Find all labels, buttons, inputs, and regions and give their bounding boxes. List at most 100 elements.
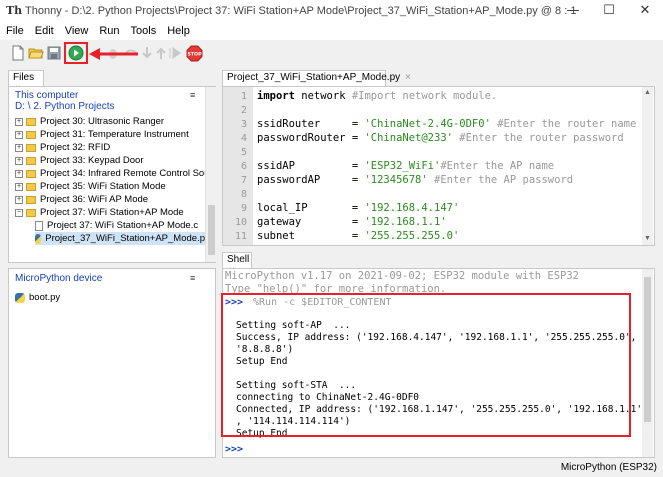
shell-prompt-end[interactable]: >>> [225,444,243,455]
close-button[interactable]: ✕ [627,0,663,22]
line-number: 9 [240,203,247,214]
open-folder-icon[interactable] [28,45,44,61]
folder-icon [26,169,36,178]
new-file-icon[interactable] [10,45,26,61]
menu-run[interactable]: Run [99,25,119,37]
menu-tools[interactable]: Tools [131,25,157,37]
folder-icon [26,195,36,204]
save-icon[interactable] [46,45,62,61]
minimize-button[interactable]: — [555,0,591,22]
code-line: subnet = '255.255.255.0' [257,230,459,242]
line-number: 6 [240,161,247,172]
scroll-down-icon[interactable]: ▼ [644,235,651,242]
line-number: 1 [240,91,247,102]
files-scroll-thumb[interactable] [208,205,215,255]
tree-item-folder[interactable]: + Project 30: Ultrasonic Ranger [15,115,164,128]
tree-item-folder[interactable]: + Project 35: WiFi Station Mode [15,180,166,193]
tree-item-label: Project 32: RFID [40,142,111,153]
editor-scrollbar[interactable]: ▲ ▼ [642,87,653,245]
code-token: local_IP = [257,202,365,214]
code-token: 'ChinaNet@233' [364,132,453,144]
tree-item-label: Project 37: WiFi Station+AP Mode [40,207,184,218]
line-number: 5 [240,147,247,158]
code-line: local_IP = '192.168.4.147' [257,202,459,214]
line-number: 3 [240,119,247,130]
menu-view[interactable]: View [65,25,89,37]
code-line: ssidRouter = 'ChinaNet-2.4G-0DF0' #Enter… [257,118,636,130]
line-number: 2 [240,105,247,116]
code-token: passwordAP = [257,174,365,186]
code-token: #Enter the router name [490,118,637,130]
tab-editor-close-icon[interactable]: × [405,72,411,83]
code-token: #Import network module. [351,90,498,102]
shell-scroll-thumb[interactable] [644,277,651,422]
code-line: gateway = '192.168.1.1' [257,216,447,228]
run-button-highlight [64,42,88,64]
resume-icon[interactable] [167,45,183,61]
menu-help[interactable]: Help [167,25,190,37]
code-line: import network #Import network module. [257,90,497,102]
folder-icon [26,117,36,126]
scroll-up-icon[interactable]: ▲ [644,89,651,96]
menu-edit[interactable]: Edit [35,25,54,37]
expander-icon[interactable]: + [15,117,23,126]
files-pane-device: MicroPython device ≡ boot.py [8,268,216,458]
tab-shell[interactable]: Shell × [222,252,252,276]
tab-files-label: Files [13,72,35,83]
expander-icon[interactable]: − [15,208,23,217]
code-token: '192.168.4.147' [364,202,460,214]
computer-path[interactable]: D: \ 2. Python Projects [15,101,115,112]
code-token: '255.255.255.0' [364,230,460,242]
tree-item-folder[interactable]: + Project 31: Temperature Instrument [15,128,189,141]
folder-icon [26,182,36,191]
shell-output-highlight [221,293,631,437]
arrow-pointer-icon [89,48,138,60]
line-number: 7 [240,175,247,186]
shell-scrollbar[interactable] [642,269,653,457]
tab-files[interactable]: Files × [8,70,44,94]
code-token: #Enter the router password [452,132,624,144]
tree-item-label: Project 34: Infrared Remote Control Sou [40,168,210,179]
expander-icon[interactable]: + [15,143,23,152]
tree-item-folder[interactable]: − Project 37: WiFi Station+AP Mode [15,206,184,219]
code-token: '192.168.1.1' [364,216,447,228]
code-token: gateway = [257,216,365,228]
device-file-item[interactable]: boot.py [15,291,60,304]
tree-item-label: Project 35: WiFi Station Mode [40,181,166,192]
expander-icon[interactable]: + [15,169,23,178]
folder-icon [26,156,36,165]
interpreter-status[interactable]: MicroPython (ESP32) [561,462,657,473]
folder-icon [26,130,36,139]
tree-item-folder[interactable]: + Project 33: Keypad Door [15,154,144,167]
files-menu-icon[interactable]: ≡ [190,90,195,100]
code-token: 'ChinaNet-2.4G-0DF0' [364,118,491,130]
tree-item-folder[interactable]: + Project 34: Infrared Remote Control Sou [15,167,210,180]
tree-item-folder[interactable]: + Project 32: RFID [15,141,110,154]
maximize-button[interactable]: ☐ [591,0,627,22]
expander-icon[interactable]: + [15,195,23,204]
stop-icon[interactable]: STOP [186,45,203,62]
expander-icon[interactable]: + [15,156,23,165]
expander-icon[interactable]: + [15,130,23,139]
code-token: #Enter the AP name [440,160,555,172]
line-number: 4 [240,133,247,144]
menu-file[interactable]: File [6,25,24,37]
code-token: passwordRouter = [257,132,365,144]
device-menu-icon[interactable]: ≡ [190,273,195,283]
tree-item-folder[interactable]: + Project 36: WiFi AP Mode [15,193,148,206]
folder-icon [26,208,36,217]
code-token: subnet = [257,230,365,242]
expander-icon[interactable]: + [15,182,23,191]
tree-item-file-selected[interactable]: Project_37_WiFi_Station+AP_Mode.p [35,232,205,245]
title-bar: Th Thonny - D:\2. Python Projects\Projec… [0,0,663,22]
tab-editor-file[interactable]: Project_37_WiFi_Station+AP_Mode.py × [222,70,411,86]
files-pane-computer: This computer D: \ 2. Python Projects ≡ … [8,86,216,263]
code-token: '12345678' [364,174,428,186]
code-line: passwordRouter = 'ChinaNet@233' #Enter t… [257,132,624,144]
tree-item-file[interactable]: Project 37: WiFi Station+AP Mode.c [35,219,198,232]
line-number: 10 [234,217,247,228]
files-scrollbar[interactable] [205,87,216,262]
tree-item-label: Project 37: WiFi Station+AP Mode.c [47,220,199,231]
tab-editor-label: Project_37_WiFi_Station+AP_Mode.py [227,72,401,83]
line-number-gutter: 1 2 3 4 5 6 7 8 9 10 11 [223,87,253,245]
